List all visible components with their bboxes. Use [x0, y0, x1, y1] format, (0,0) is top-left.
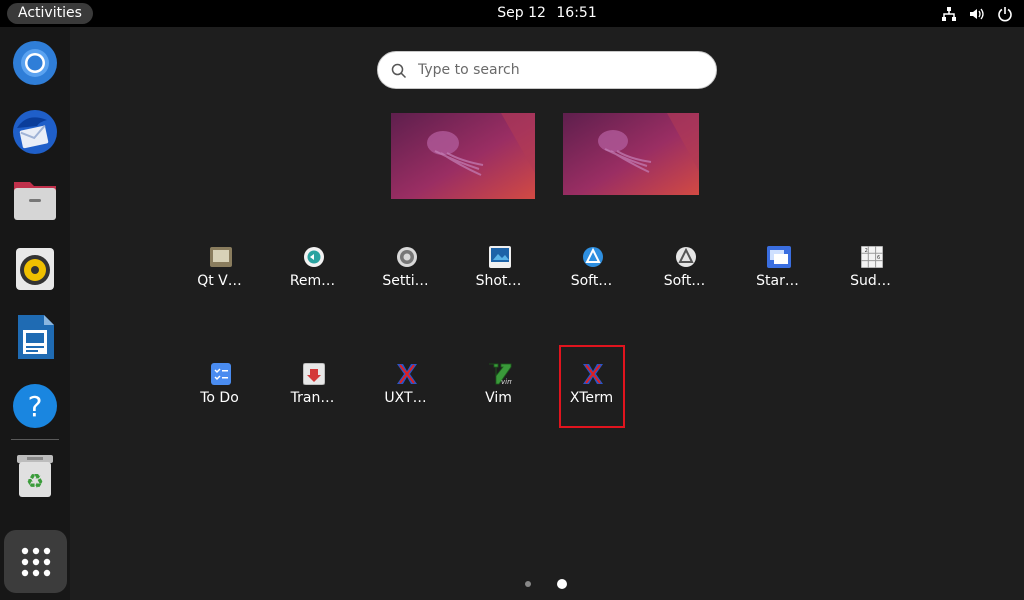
- app-label: Soft…: [663, 273, 706, 289]
- app-remmina[interactable]: Rem…: [266, 245, 359, 315]
- qt-v-icon: [209, 245, 233, 269]
- power-icon[interactable]: [996, 5, 1014, 23]
- app-settings[interactable]: Setti…: [359, 245, 452, 315]
- app-sudoku[interactable]: 26 Sud…: [824, 245, 917, 315]
- app-label: Vim: [485, 390, 512, 406]
- todo-icon: [209, 362, 233, 386]
- app-qt-v[interactable]: Qt V…: [173, 245, 266, 315]
- page-dot-1[interactable]: [525, 581, 531, 587]
- settings-icon: [395, 245, 419, 269]
- volume-icon[interactable]: [968, 5, 986, 23]
- app-software-updater[interactable]: Soft…: [638, 245, 731, 315]
- svg-text:?: ?: [28, 390, 43, 423]
- libreoffice-impress-icon[interactable]: [11, 313, 59, 361]
- app-shotwell[interactable]: Shot…: [452, 245, 545, 315]
- files-icon[interactable]: [11, 176, 59, 224]
- clock-time: 16:51: [556, 5, 597, 21]
- app-grid-icon[interactable]: [4, 530, 67, 593]
- app-startup[interactable]: Star…: [731, 245, 824, 315]
- app-label: Setti…: [382, 273, 429, 289]
- app-overview: Qt V… Rem… Setti… Shot… Soft… Soft… Star…: [70, 27, 1024, 600]
- app-label: Sud…: [850, 273, 891, 289]
- svg-text:2: 2: [865, 248, 868, 254]
- uxterm-icon: [395, 362, 419, 386]
- svg-text:♻: ♻: [26, 469, 44, 493]
- remmina-icon: [302, 245, 326, 269]
- app-label: Shot…: [475, 273, 522, 289]
- app-label: To Do: [200, 390, 239, 406]
- workspace-thumbnail-2[interactable]: [563, 113, 699, 195]
- sudoku-icon: 26: [860, 245, 884, 269]
- clock[interactable]: Sep 12 16:51: [0, 0, 1024, 27]
- app-transmission[interactable]: Tran…: [266, 362, 359, 432]
- software-updater-icon: [674, 245, 698, 269]
- page-indicator[interactable]: [525, 579, 567, 589]
- search-icon: [391, 63, 407, 79]
- app-label: Tran…: [290, 390, 335, 406]
- thunderbird-icon[interactable]: [11, 108, 59, 156]
- transmission-icon: [302, 362, 326, 386]
- trash-icon[interactable]: ♻: [11, 452, 59, 500]
- svg-text:6: 6: [877, 255, 880, 261]
- app-uxterm[interactable]: UXT…: [359, 362, 452, 432]
- app-label: Rem…: [289, 273, 336, 289]
- dock: ? ♻: [0, 27, 70, 600]
- software-icon: [581, 245, 605, 269]
- network-icon[interactable]: [940, 5, 958, 23]
- shotwell-icon: [488, 245, 512, 269]
- vim-icon: vim: [488, 362, 512, 386]
- startup-icon: [767, 245, 791, 269]
- system-tray[interactable]: [940, 4, 1014, 23]
- page-dot-2[interactable]: [557, 579, 567, 589]
- search-input[interactable]: [418, 52, 698, 88]
- app-vim[interactable]: vim Vim: [452, 362, 545, 432]
- help-icon[interactable]: ?: [11, 382, 59, 430]
- selection-highlight: [559, 345, 625, 428]
- app-label: UXT…: [384, 390, 427, 406]
- rhythmbox-icon[interactable]: [11, 245, 59, 293]
- workspace-thumbnail-1[interactable]: [391, 113, 535, 199]
- chromium-icon[interactable]: [11, 39, 59, 87]
- app-software[interactable]: Soft…: [545, 245, 638, 315]
- app-label: Qt V…: [197, 273, 242, 289]
- dock-separator: [11, 439, 59, 440]
- search-bar[interactable]: [377, 51, 717, 89]
- app-label: Soft…: [570, 273, 613, 289]
- app-label: Star…: [756, 273, 799, 289]
- clock-date: Sep 12: [497, 5, 546, 21]
- app-todo[interactable]: To Do: [173, 362, 266, 432]
- svg-text:vim: vim: [501, 378, 512, 386]
- top-bar: Activities Sep 12 16:51: [0, 0, 1024, 27]
